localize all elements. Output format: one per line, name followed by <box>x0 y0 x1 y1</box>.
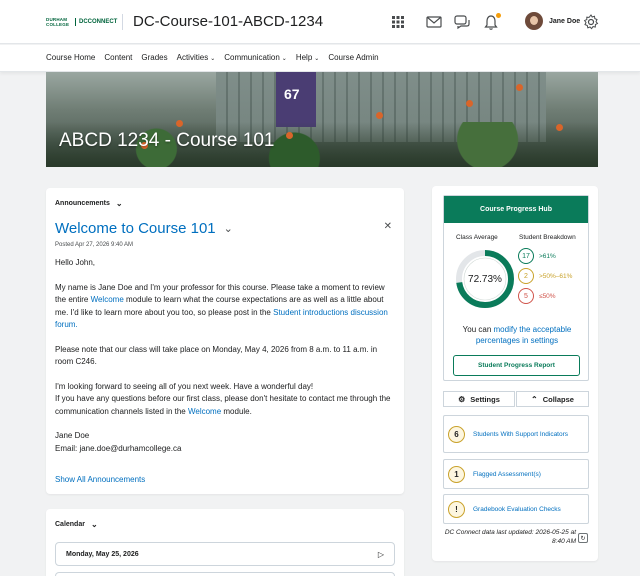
announcement-title[interactable]: Welcome to Course 101 <box>55 220 216 237</box>
breakdown-row[interactable]: 17 >61% <box>518 248 556 264</box>
widget-title: Announcements <box>55 200 110 207</box>
gear-icon[interactable] <box>581 12 601 32</box>
collapse-button[interactable]: ⌃ Collapse <box>516 391 589 407</box>
calendar-day-row[interactable]: Monday, May 25, 2026 ▷ <box>55 542 395 566</box>
announcements-header[interactable]: Announcements ⌄ <box>55 199 123 208</box>
class-average-label: Class Average <box>456 234 498 241</box>
hub-title: Course Progress Hub <box>444 196 588 223</box>
progress-alert[interactable]: 6 Students With Support Indicators <box>443 415 589 453</box>
nav-item-course-home[interactable]: Course Home <box>46 53 95 62</box>
logo-left: DURHAM COLLEGE <box>46 17 70 27</box>
bell-icon[interactable] <box>481 12 501 32</box>
close-icon[interactable]: ✕ <box>384 221 392 232</box>
double-chevron-up-icon: ⌃ <box>531 394 538 404</box>
gear-icon: ⚙ <box>458 394 466 404</box>
welcome-link[interactable]: Welcome <box>188 407 221 416</box>
student-breakdown-label: Student Breakdown <box>519 234 576 241</box>
course-progress-hub: Course Progress Hub Class Average Studen… <box>443 195 589 381</box>
alert-count: 1 <box>448 465 465 483</box>
apps-grid-icon[interactable] <box>388 12 408 32</box>
chevron-down-icon[interactable]: ⌄ <box>224 222 233 235</box>
chevron-down-icon[interactable]: ⌄ <box>91 520 98 529</box>
chevron-down-icon: ⌄ <box>210 56 216 62</box>
chevron-down-icon: ⌄ <box>281 56 287 62</box>
course-title: ABCD 1234 - Course 101 <box>59 130 275 151</box>
avatar <box>525 12 543 30</box>
logo-right: DCCONNECT <box>79 19 118 25</box>
chat-icon[interactable] <box>452 12 472 32</box>
posted-date: Posted Apr 27, 2026 9:40 AM <box>55 242 134 248</box>
announcements-widget: Announcements ⌄ Welcome to Course 101 ⌄ … <box>46 188 404 494</box>
calendar-day: Monday, May 25, 2026 <box>66 550 139 558</box>
last-updated-text: DC Connect data last updated: 2026-05-25… <box>444 529 576 545</box>
breakdown-count: 5 <box>518 288 534 304</box>
course-nav: Course Home Content Grades Activities ⌄ Commu… <box>46 53 379 62</box>
course-banner: ABCD 1234 - Course 101 <box>46 72 598 167</box>
org-name[interactable]: DC-Course-101-ABCD-1234 <box>133 13 323 30</box>
welcome-link[interactable]: Welcome <box>91 295 124 304</box>
signature: Jane Doe Email: jane.doe@durhamcollege.ca <box>55 431 182 453</box>
breakdown-count: 17 <box>518 248 534 264</box>
breakdown-range: >61% <box>539 252 556 260</box>
course-nav-bar: Course Home Content Grades Activities ⌄ Commu… <box>0 45 640 72</box>
refresh-icon[interactable]: ↻ <box>578 533 588 543</box>
user-name: Jane Doe <box>549 17 581 25</box>
widget-title: Calendar <box>55 521 85 528</box>
notification-badge <box>496 13 501 18</box>
nav-item-grades[interactable]: Grades <box>141 53 167 62</box>
paragraph-3: I'm looking forward to seeing all of you… <box>55 381 391 416</box>
paragraph-2: Please note that our class will take pla… <box>55 344 378 367</box>
play-arrow-icon[interactable]: ▷ <box>378 550 384 559</box>
alert-label[interactable]: Gradebook Evaluation Checks <box>473 505 561 514</box>
progress-alert[interactable]: 1 Flagged Assessment(s) <box>443 459 589 489</box>
calendar-header[interactable]: Calendar ⌄ <box>55 520 98 529</box>
chevron-down-icon: ⌄ <box>314 56 320 62</box>
breakdown-range: ≤50% <box>539 292 556 300</box>
announcement-heading[interactable]: Welcome to Course 101 ⌄ <box>55 220 233 237</box>
nav-item-course-admin[interactable]: Course Admin <box>328 53 378 62</box>
announcement-body: Hello John, My name is Jane Doe and I'm … <box>55 257 393 467</box>
progress-alert[interactable]: ! Gradebook Evaluation Checks <box>443 494 589 524</box>
calendar-widget: Calendar ⌄ Monday, May 25, 2026 ▷ <box>46 509 404 576</box>
alert-count: 6 <box>448 425 465 443</box>
mail-icon[interactable] <box>424 12 444 32</box>
nav-item-help[interactable]: Help ⌄ <box>296 53 319 62</box>
alert-label[interactable]: Students With Support Indicators <box>473 430 568 439</box>
student-progress-report-button[interactable]: Student Progress Report <box>453 355 580 376</box>
class-average-value: 72.73% <box>468 273 502 285</box>
nav-item-content[interactable]: Content <box>104 53 132 62</box>
hub-settings-text: You can modify the acceptable percentage… <box>462 325 572 345</box>
warning-icon: ! <box>448 500 465 518</box>
breakdown-range: >50%–61% <box>539 272 573 280</box>
chevron-down-icon[interactable]: ⌄ <box>116 199 123 208</box>
breakdown-row[interactable]: 2 >50%–61% <box>518 268 572 284</box>
breakdown-count: 2 <box>518 268 534 284</box>
nav-item-activities[interactable]: Activities ⌄ <box>177 53 216 62</box>
nav-item-communication[interactable]: Communication ⌄ <box>224 53 287 62</box>
settings-button[interactable]: ⚙ Settings <box>443 391 515 407</box>
logo[interactable]: DURHAM COLLEGE DCCONNECT <box>46 17 117 27</box>
greeting: Hello John, <box>55 258 96 267</box>
top-bar: DURHAM COLLEGE DCCONNECT DC-Course-101-A… <box>0 0 640 44</box>
breakdown-row[interactable]: 5 ≤50% <box>518 288 556 304</box>
alert-label[interactable]: Flagged Assessment(s) <box>473 470 541 479</box>
show-all-announcements-link[interactable]: Show All Announcements <box>55 475 145 484</box>
user-menu[interactable]: Jane Doe <box>525 12 580 30</box>
paragraph-1: My name is Jane Doe and I'm your profess… <box>55 282 388 330</box>
